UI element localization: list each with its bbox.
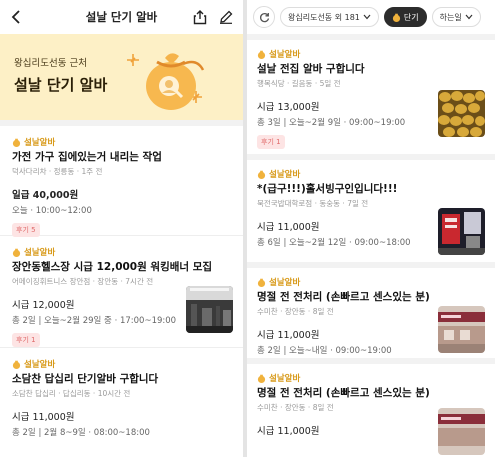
job-tag: 설날알바 — [257, 48, 485, 60]
job-tag-label: 설날알바 — [269, 170, 301, 180]
job-card[interactable]: 설날알바 장안동헬스장 시급 12,000원 워킹배너 모집 어메이징휘트니스 … — [0, 236, 243, 348]
job-tag-label: 설날알바 — [24, 248, 56, 258]
job-meta: 행복식당 · 길음동 · 5일 전 — [257, 79, 341, 88]
short-term-filter-label: 단기 — [403, 12, 419, 22]
short-term-filter[interactable]: 단기 — [383, 7, 427, 27]
location-filter[interactable]: 왕십리도선동 외 181 — [280, 7, 379, 27]
shop-photo — [438, 306, 485, 353]
shop-photo — [438, 408, 485, 455]
job-tag-label: 설날알바 — [269, 278, 301, 288]
job-thumbnail — [438, 306, 485, 353]
promo-banner: 왕십리도선동 근처 설날 단기 알바 — [0, 34, 243, 120]
job-tag: 설날알바 — [257, 168, 485, 180]
app-root: 설날 단기 알바 왕십리도선동 근처 설날 단기 알바 설날알바 가전 가구 집… — [0, 0, 495, 457]
pancake-photo — [438, 90, 485, 137]
refresh-button[interactable] — [253, 6, 275, 28]
money-pouch-icon — [127, 53, 205, 110]
job-title: *(급구!!!)홀서빙구인입니다!!! — [257, 183, 398, 195]
job-tag-label: 설날알바 — [24, 138, 56, 148]
refresh-icon — [259, 12, 269, 22]
job-meta: 소담찬 답십리 · 답십리동 · 10시간 전 — [12, 389, 131, 398]
job-card[interactable]: 설날알바 명절 전 전처리 (손빠르고 센스있는 분) 수미찬 · 장안동 · … — [247, 358, 495, 457]
job-title: 설날 전집 알바 구합니다 — [257, 63, 365, 75]
chevron-left-icon — [11, 10, 20, 24]
money-bag-icon — [257, 50, 266, 59]
job-card[interactable]: 설날알바 소담찬 답십리 단기알바 구합니다 소담찬 답십리 · 답십리동 · … — [0, 348, 243, 448]
job-pay: 일급 40,000원 — [12, 190, 79, 201]
review-badge: 후기 1 — [257, 135, 285, 149]
job-title: 가전 가구 집에있는거 내리는 작업 — [12, 151, 162, 163]
job-tag-label: 설날알바 — [24, 360, 56, 370]
right-pane: 왕십리도선동 외 181 단기 하는일 설날알바 설날 전집 알바 구합니다 행… — [247, 0, 495, 457]
top-bar: 설날 단기 알바 — [0, 0, 243, 34]
job-thumbnail — [438, 208, 485, 255]
money-bag-icon — [257, 374, 266, 383]
filter-bar: 왕십리도선동 외 181 단기 하는일 — [247, 0, 495, 34]
job-tag: 설날알바 — [12, 136, 231, 148]
job-title: 장안동헬스장 시급 12,000원 워킹배너 모집 — [12, 261, 213, 273]
chevron-down-icon — [465, 14, 473, 20]
job-tag-label: 설날알바 — [269, 50, 301, 60]
job-card[interactable]: 설날알바 명절 전 전처리 (손빠르고 센스있는 분) 수미찬 · 장안동 · … — [247, 262, 495, 358]
share-button[interactable] — [191, 8, 209, 26]
job-schedule: 총 2일 | 2월 8~9일 · 08:00~18:00 — [12, 428, 150, 438]
job-pay: 시급 11,000원 — [12, 412, 75, 423]
money-bag-icon — [12, 138, 21, 147]
edit-button[interactable] — [217, 8, 235, 26]
job-title: 명절 전 전처리 (손빠르고 센스있는 분) — [257, 387, 430, 399]
job-card[interactable]: 설날알바 가전 가구 집에있는거 내리는 작업 덕사다리차 · 정릉동 · 1주… — [0, 126, 243, 237]
job-title: 소담찬 답십리 단기알바 구합니다 — [12, 373, 159, 385]
chevron-down-icon — [363, 14, 371, 20]
job-type-filter[interactable]: 하는일 — [431, 7, 481, 27]
job-tag: 설날알바 — [257, 372, 485, 384]
job-tag-label: 설날알바 — [269, 374, 301, 384]
gym-photo — [186, 286, 233, 333]
money-bag-icon — [257, 170, 266, 179]
job-tag: 설날알바 — [12, 358, 231, 370]
review-badge: 후기 5 — [12, 223, 40, 237]
job-type-filter-label: 하는일 — [439, 12, 462, 22]
money-bag-icon — [12, 360, 21, 369]
job-title: 명절 전 전처리 (손빠르고 센스있는 분) — [257, 291, 430, 303]
review-badge: 후기 1 — [12, 333, 40, 347]
back-button[interactable] — [8, 8, 26, 26]
job-tag: 설날알바 — [12, 246, 231, 258]
pencil-icon — [220, 10, 233, 24]
job-card[interactable]: 설날알바 *(급구!!!)홀서빙구인입니다!!! 북전국밥대학로점 · 동숭동 … — [247, 154, 495, 262]
job-thumbnail — [438, 90, 485, 137]
share-icon — [193, 9, 207, 24]
job-thumbnail — [438, 408, 485, 455]
job-thumbnail — [186, 286, 233, 333]
left-pane: 설날 단기 알바 왕십리도선동 근처 설날 단기 알바 설날알바 가전 가구 집… — [0, 0, 243, 457]
job-card[interactable]: 설날알바 설날 전집 알바 구합니다 행복식당 · 길음동 · 5일 전 시급 … — [247, 34, 495, 154]
job-meta: 덕사다리차 · 정릉동 · 1주 전 — [12, 167, 103, 176]
restaurant-photo — [438, 208, 485, 255]
job-schedule: 오늘 · 10:00~12:00 — [12, 206, 92, 216]
location-filter-label: 왕십리도선동 외 181 — [288, 12, 360, 22]
money-bag-icon — [392, 13, 400, 22]
job-tag: 설날알바 — [257, 276, 485, 288]
money-bag-icon — [12, 248, 21, 257]
money-bag-icon — [257, 278, 266, 287]
